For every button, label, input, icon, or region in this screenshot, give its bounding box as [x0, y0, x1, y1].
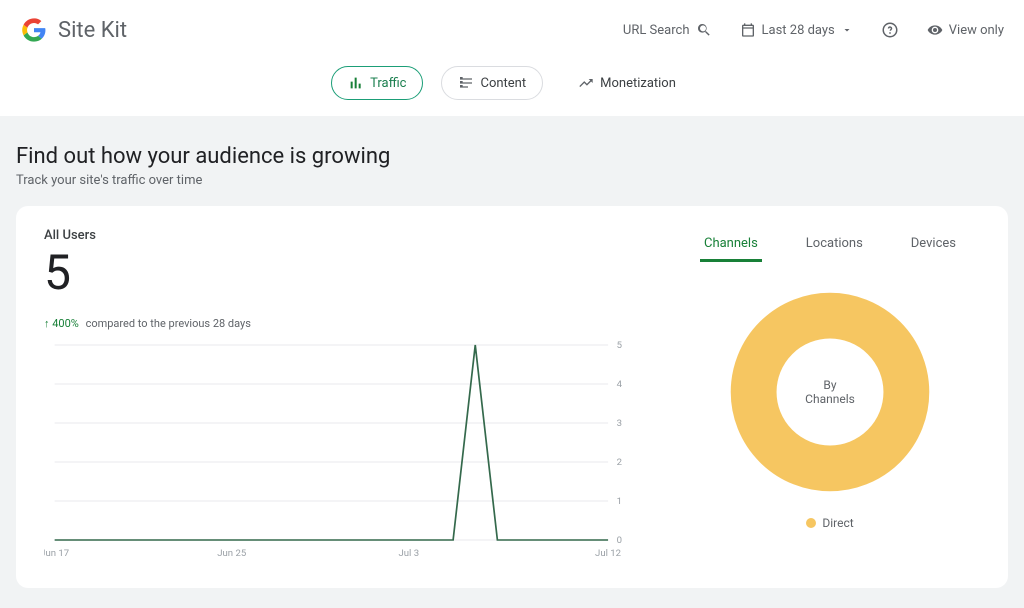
- legend-swatch-direct: [806, 518, 816, 528]
- breakdown-column: Channels Locations Devices By Channels D…: [680, 228, 980, 560]
- legend-label-direct: Direct: [822, 516, 853, 530]
- metric-column: All Users 5 ↑ 400% compared to the previ…: [44, 228, 640, 560]
- brand-block: Site Kit: [20, 16, 127, 44]
- google-g-logo-icon: [20, 16, 48, 44]
- eye-icon: [927, 22, 943, 38]
- metric-value: 5: [44, 249, 640, 297]
- calendar-icon: [740, 22, 756, 38]
- donut-center-label: By Channels: [805, 378, 855, 406]
- svg-text:Jun 17: Jun 17: [44, 548, 69, 559]
- donut-center-line1: By: [805, 378, 855, 392]
- tab-content-label: Content: [480, 76, 526, 91]
- donut-chart: By Channels: [680, 282, 980, 502]
- chevron-down-icon: [841, 24, 853, 36]
- tab-monetization-label: Monetization: [600, 76, 676, 91]
- tab-content[interactable]: Content: [441, 66, 543, 100]
- svg-text:0: 0: [617, 535, 622, 546]
- help-icon: [881, 21, 899, 39]
- search-icon: [696, 22, 712, 38]
- breakdown-tabs: Channels Locations Devices: [680, 228, 980, 262]
- svg-text:Jul 12: Jul 12: [595, 548, 621, 559]
- svg-text:Jul 3: Jul 3: [399, 548, 420, 559]
- pie-tab-channels[interactable]: Channels: [700, 228, 762, 262]
- view-only-label: View only: [949, 23, 1004, 38]
- tab-traffic[interactable]: Traffic: [331, 66, 423, 100]
- page-header: Find out how your audience is growing Tr…: [0, 116, 1024, 206]
- change-suffix: compared to the previous 28 days: [86, 317, 251, 330]
- tab-monetization[interactable]: Monetization: [561, 66, 693, 100]
- svg-text:3: 3: [617, 418, 622, 429]
- arrow-up-icon: ↑: [44, 317, 52, 330]
- help-button[interactable]: [881, 21, 899, 39]
- donut-center-line2: Channels: [805, 392, 855, 406]
- page-subtitle: Track your site's traffic over time: [16, 173, 1008, 188]
- donut-legend: Direct: [680, 516, 980, 530]
- top-bar-right: URL Search Last 28 days View only: [623, 21, 1004, 39]
- view-only-indicator: View only: [927, 22, 1004, 38]
- svg-text:5: 5: [617, 340, 622, 351]
- svg-text:1: 1: [617, 496, 622, 507]
- date-range-selector[interactable]: Last 28 days: [740, 22, 853, 38]
- bar-chart-icon: [348, 75, 364, 91]
- brand-name: Site Kit: [58, 18, 127, 43]
- url-search[interactable]: URL Search: [623, 22, 712, 38]
- svg-text:2: 2: [617, 457, 622, 468]
- tab-traffic-label: Traffic: [370, 76, 406, 91]
- pie-tab-locations[interactable]: Locations: [802, 228, 867, 262]
- svg-text:4: 4: [617, 379, 622, 390]
- pie-tab-devices[interactable]: Devices: [907, 228, 960, 262]
- traffic-card: All Users 5 ↑ 400% compared to the previ…: [16, 206, 1008, 588]
- change-percent: 400%: [52, 317, 79, 330]
- url-search-label: URL Search: [623, 23, 690, 38]
- svg-text:Jun 25: Jun 25: [217, 548, 246, 559]
- section-tabs: Traffic Content Monetization: [0, 60, 1024, 116]
- metric-label: All Users: [44, 228, 640, 243]
- line-chart: 0 1 2 3 4 5 Jun 17 Jun 25 Jul 3 Jul 12: [44, 340, 640, 560]
- date-range-label: Last 28 days: [762, 23, 835, 38]
- top-bar: Site Kit URL Search Last 28 days View on…: [0, 0, 1024, 60]
- page-title: Find out how your audience is growing: [16, 144, 1008, 169]
- content-icon: [458, 75, 474, 91]
- trending-up-icon: [578, 75, 594, 91]
- metric-change: ↑ 400% compared to the previous 28 days: [44, 317, 640, 330]
